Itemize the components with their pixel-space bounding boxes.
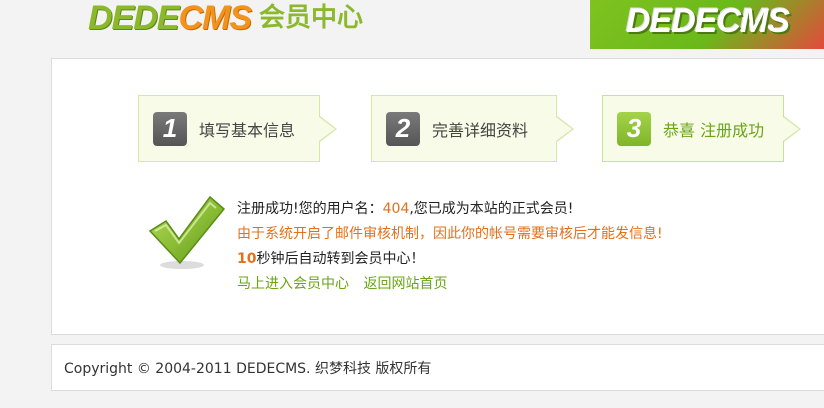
step-number-icon: 2: [386, 111, 420, 146]
banner-logo-text: DEDECMS: [626, 2, 790, 40]
username-value: 404: [382, 201, 410, 217]
redirect-text: 秒钟后自动转到会员中心！: [256, 251, 425, 267]
action-links: 马上进入会员中心 返回网站首页: [237, 272, 663, 297]
redirect-countdown-line: 10秒钟后自动转到会员中心！: [237, 247, 663, 272]
step-complete-details: 2 完善详细资料: [371, 95, 574, 162]
success-message: 注册成功!您的用户名：404,您已成为本站的正式会员! 由于系统开启了邮件审核机…: [237, 197, 663, 297]
footer: Copyright © 2004-2011 DEDECMS. 织梦科技 版权所有: [51, 344, 824, 391]
step-label: 恭喜 注册成功: [663, 120, 765, 140]
step-registration-success: 3 恭喜 注册成功: [602, 95, 801, 162]
countdown-seconds: 10: [237, 251, 257, 267]
email-review-notice: 由于系统开启了邮件审核机制，因此你的帐号需要审核后才能发信息!: [237, 226, 663, 242]
step-fill-basic-info: 1 填写基本信息: [138, 95, 337, 162]
logo-cms-text: CMS: [178, 0, 252, 37]
enter-member-center-link[interactable]: 马上进入会员中心: [237, 276, 349, 292]
success-line: 注册成功!您的用户名：404,您已成为本站的正式会员!: [237, 197, 663, 222]
header-banner: DEDECMS: [590, 0, 824, 49]
step-number-icon: 1: [153, 111, 187, 146]
step-number-icon: 3: [617, 111, 651, 146]
success-text: 注册成功!您的用户名：: [237, 201, 383, 217]
back-to-homepage-link[interactable]: 返回网站首页: [363, 276, 447, 292]
member-status-text: ,您已成为本站的正式会员!: [409, 201, 574, 217]
logo-dede-text: DEDE: [88, 0, 179, 37]
logo-member-center-text: 会员中心: [259, 3, 364, 33]
step-label: 填写基本信息: [199, 120, 296, 140]
step-label: 完善详细资料: [432, 120, 529, 140]
success-checkmark-icon: [148, 195, 226, 269]
registration-result-panel: 1 填写基本信息 2 完善详细资料 3 恭喜 注册成功 注册成功!您的用户名：4…: [51, 58, 824, 335]
copyright-text: Copyright © 2004-2011 DEDECMS. 织梦科技 版权所有: [64, 360, 432, 377]
dedecms-member-logo: DEDE CMS 会员中心: [88, 0, 363, 36]
